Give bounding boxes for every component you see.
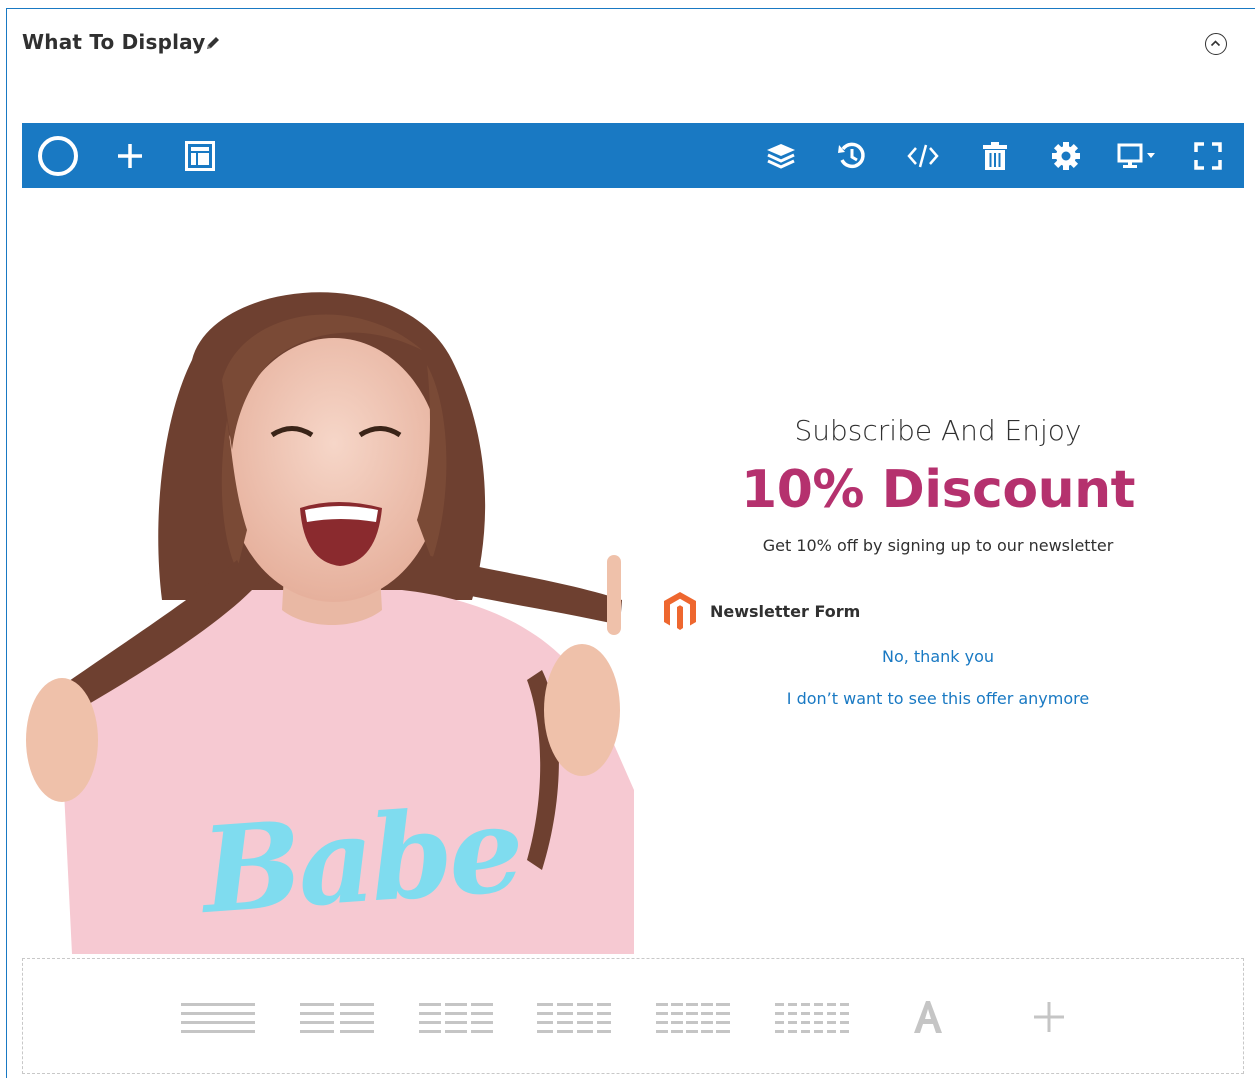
layout-5-columns[interactable]	[654, 999, 732, 1035]
builder-logo-icon[interactable]	[34, 123, 82, 188]
promo-description: Get 10% off by signing up to our newslet…	[762, 536, 1114, 555]
layout-1-column[interactable]	[179, 999, 257, 1035]
templates-icon[interactable]	[180, 123, 220, 188]
layout-2-columns[interactable]	[298, 999, 376, 1035]
shirt-text: Babe	[197, 779, 525, 940]
promo-subtitle: Subscribe And Enjoy	[794, 414, 1082, 447]
layout-4-columns[interactable]	[535, 999, 613, 1035]
widget-label: Newsletter Form	[710, 601, 861, 621]
decline-link[interactable]: No, thank you	[700, 647, 1176, 666]
add-element-icon[interactable]	[110, 123, 150, 188]
layout-6-columns[interactable]	[773, 999, 851, 1035]
chevron-up-icon	[1210, 40, 1221, 47]
text-element-icon[interactable]	[908, 999, 948, 1035]
history-icon[interactable]	[831, 123, 873, 188]
settings-gear-icon[interactable]	[1045, 123, 1087, 188]
device-preview-icon[interactable]	[1112, 123, 1162, 188]
layout-3-columns[interactable]	[417, 999, 495, 1035]
pencil-icon[interactable]	[204, 34, 222, 52]
magento-logo-icon	[664, 592, 696, 630]
layout-options-bar	[22, 958, 1244, 1074]
code-icon[interactable]	[902, 123, 944, 188]
builder-toolbar	[22, 123, 1244, 188]
dismiss-link[interactable]: I don’t want to see this offer anymore	[700, 689, 1176, 708]
add-row-icon[interactable]	[1029, 999, 1069, 1035]
newsletter-widget[interactable]: Newsletter Form	[662, 590, 860, 632]
layers-icon[interactable]	[760, 123, 802, 188]
promo-headline: 10% Discount	[741, 460, 1135, 520]
fullscreen-icon[interactable]	[1188, 123, 1228, 188]
section-title: What To Display	[22, 30, 206, 54]
trash-icon[interactable]	[974, 123, 1016, 188]
promo-photo: Babe	[22, 270, 634, 954]
collapse-button[interactable]	[1205, 33, 1227, 55]
